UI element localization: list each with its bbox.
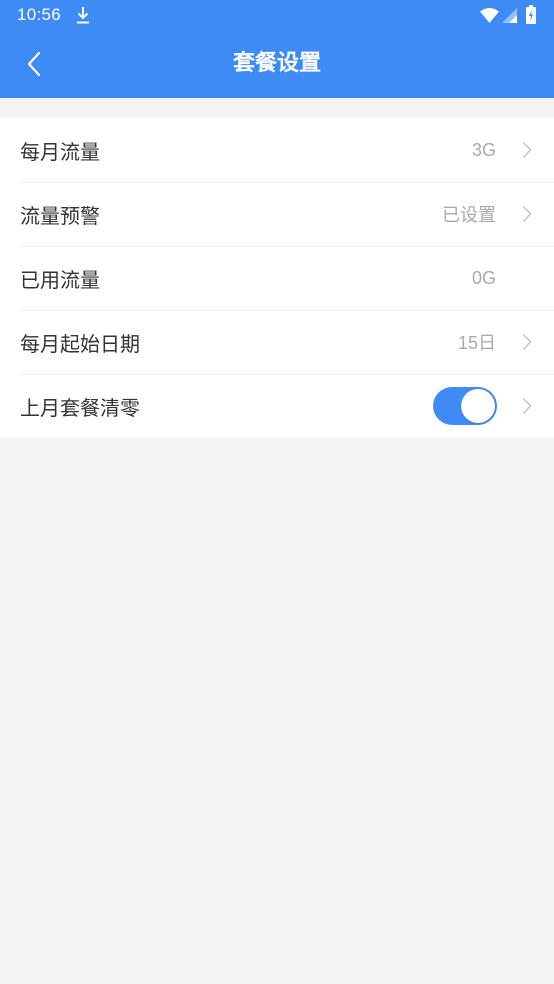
setting-label: 上月套餐清零 xyxy=(20,395,140,420)
setting-monthly-data[interactable]: 每月流量 3G xyxy=(0,118,554,183)
chevron-right-icon xyxy=(522,397,532,415)
download-icon xyxy=(77,7,89,24)
setting-value: 已设置 xyxy=(442,205,496,226)
setting-label: 已用流量 xyxy=(20,267,100,292)
toggle-knob xyxy=(461,389,495,423)
chevron-right-icon xyxy=(522,205,532,223)
setting-data-alert[interactable]: 流量预警 已设置 xyxy=(0,182,554,247)
chevron-right-icon xyxy=(522,141,532,159)
setting-label: 每月起始日期 xyxy=(20,331,140,356)
app-header: 10:56 套餐设置 xyxy=(0,0,554,98)
page-title: 套餐设置 xyxy=(232,51,321,76)
wifi-icon xyxy=(480,8,499,23)
setting-value: 15日 xyxy=(457,333,496,353)
setting-used-data: 已用流量 0G xyxy=(0,246,554,311)
chevron-right-icon xyxy=(522,333,532,351)
status-bar: 10:56 xyxy=(0,0,554,30)
settings-list: 每月流量 3G 流量预警 已设置 已用流量 0G 每月起始日期 15日 上月套餐… xyxy=(0,118,554,438)
setting-start-date[interactable]: 每月起始日期 15日 xyxy=(0,310,554,375)
setting-value: 3G xyxy=(471,139,496,160)
reset-toggle[interactable] xyxy=(433,387,497,425)
setting-label: 每月流量 xyxy=(20,139,100,164)
setting-reset-last-month[interactable]: 上月套餐清零 xyxy=(0,374,554,438)
status-time: 10:56 xyxy=(17,5,62,24)
setting-label: 流量预警 xyxy=(20,203,100,228)
setting-value: 0G xyxy=(471,267,496,288)
signal-icon xyxy=(502,8,517,23)
battery-icon xyxy=(526,5,536,24)
